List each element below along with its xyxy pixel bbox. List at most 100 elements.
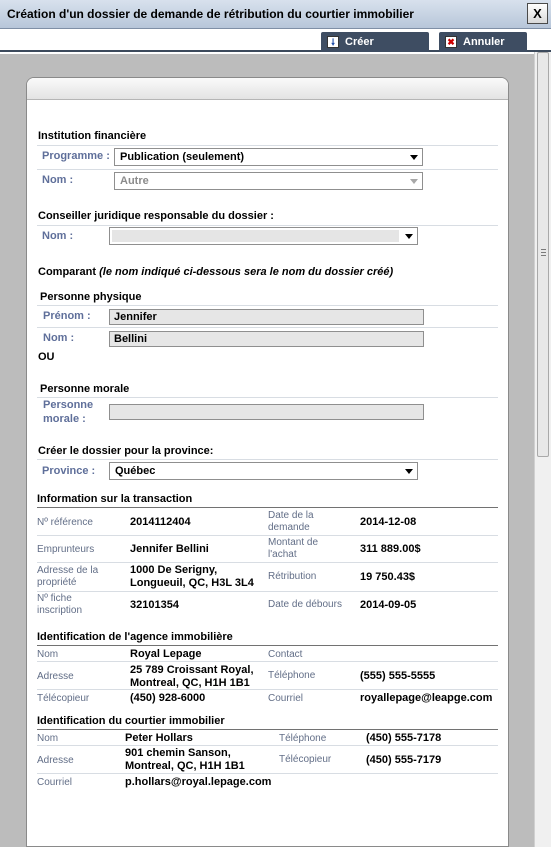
date-debours-label: Date de débours xyxy=(268,599,342,610)
programme-select[interactable]: Publication (seulement) xyxy=(114,148,423,166)
divider xyxy=(37,305,498,306)
personne-morale-title: Personne morale xyxy=(40,383,130,395)
conseiller-nom-label: Nom : xyxy=(42,230,74,242)
fiche-value: 32101354 xyxy=(130,599,179,611)
retribution-value: 19 750.43$ xyxy=(360,571,416,583)
courtier-adresse-label: Adresse xyxy=(37,755,74,766)
prenom-label: Prénom : xyxy=(43,310,91,322)
divider xyxy=(37,745,498,746)
reference-value: 2014112404 xyxy=(130,516,191,528)
conseiller-nom-select[interactable] xyxy=(109,227,418,245)
chevron-down-icon xyxy=(410,155,418,160)
province-value: Québec xyxy=(115,465,156,477)
scrollbar-thumb[interactable] xyxy=(537,52,549,457)
chevron-down-icon xyxy=(405,469,413,474)
agence-telephone-value: (555) 555-5555 xyxy=(360,670,436,682)
select-inner xyxy=(112,230,399,242)
programme-value: Publication (seulement) xyxy=(120,151,245,163)
window-titlebar: Création d'un dossier de demande de rétr… xyxy=(0,0,551,29)
province-label: Province : xyxy=(42,465,96,477)
divider xyxy=(37,397,498,398)
programme-label: Programme : xyxy=(42,150,110,162)
conseiller-section-title: Conseiller juridique responsable du doss… xyxy=(38,210,274,222)
comparant-note: (le nom indiqué ci-dessous sera le nom d… xyxy=(99,266,394,278)
date-demande-label-line2: demande xyxy=(268,522,310,533)
window-title: Création d'un dossier de demande de rétr… xyxy=(7,7,414,21)
agence-nom-label: Nom xyxy=(37,649,59,660)
divider xyxy=(37,459,498,460)
courtier-adresse-line1: 901 chemin Sanson, xyxy=(125,747,231,759)
courtier-telephone-label: Téléphone xyxy=(279,733,327,744)
montant-label-line2: l'achat xyxy=(268,549,297,560)
agence-courriel-value: royallepage@leapge.com xyxy=(360,692,493,704)
date-debours-value: 2014-09-05 xyxy=(360,599,417,611)
divider xyxy=(37,327,498,328)
divider xyxy=(37,661,498,662)
institution-nom-select[interactable]: Autre xyxy=(114,172,423,190)
morale-field[interactable] xyxy=(109,404,424,420)
institution-nom-value: Autre xyxy=(120,175,149,187)
agence-telecopieur-value: (450) 928-6000 xyxy=(130,692,206,704)
agence-adresse-value: 25 789 Croissant Royal, Montreal, QC, H1… xyxy=(130,664,254,690)
morale-label: Personne morale : xyxy=(43,399,93,425)
courtier-nom-label: Nom xyxy=(37,733,59,744)
vertical-scrollbar[interactable] xyxy=(534,52,551,847)
adresse-propriete-line1: 1000 De Serigny, xyxy=(130,564,218,576)
divider xyxy=(37,689,498,690)
section-divider xyxy=(37,729,498,730)
download-icon: 🠗 xyxy=(327,36,339,48)
emprunteurs-label: Emprunteurs xyxy=(37,544,95,555)
montant-label-line1: Montant de xyxy=(268,537,319,548)
adresse-propriete-line2: Longueuil, QC, H3L 3L4 xyxy=(130,577,254,589)
date-demande-value: 2014-12-08 xyxy=(360,516,417,528)
divider xyxy=(37,535,498,536)
courtier-adresse-line2: Montreal, QC, H1H 1B1 xyxy=(125,760,245,772)
province-select[interactable]: Québec xyxy=(109,462,418,480)
reference-label: Nº référence xyxy=(37,517,93,528)
agence-contact-label: Contact xyxy=(268,649,303,660)
divider xyxy=(37,562,498,563)
chevron-down-icon xyxy=(405,234,413,239)
courtier-section-title: Identification du courtier immobilier xyxy=(37,715,225,727)
courtier-courriel-value: p.hollars@royal.lepage.com xyxy=(125,776,272,788)
scrollbar-grip xyxy=(541,249,546,257)
cancel-button[interactable]: ✖ Annuler xyxy=(439,32,527,52)
agence-adresse-line1: 25 789 Croissant Royal, xyxy=(130,664,254,676)
physique-nom-value: Bellini xyxy=(114,333,148,345)
courtier-telecopieur-value: (450) 555-7179 xyxy=(366,754,442,766)
agence-section-title: Identification de l'agence immobilière xyxy=(37,631,233,643)
courtier-nom-value: Peter Hollars xyxy=(125,732,193,744)
institution-nom-label: Nom : xyxy=(42,174,74,186)
province-section-title: Créer le dossier pour la province: xyxy=(38,445,214,457)
adresse-propriete-label: Adresse de la propriété xyxy=(37,565,98,589)
divider xyxy=(37,145,498,146)
close-button[interactable]: X xyxy=(527,3,548,24)
divider xyxy=(37,169,498,170)
ou-separator: OU xyxy=(38,351,55,363)
divider xyxy=(37,773,498,774)
agence-telecopieur-label: Télécopieur xyxy=(37,693,90,704)
divider xyxy=(37,591,498,592)
agence-telephone-label: Téléphone xyxy=(268,670,316,681)
prenom-field[interactable]: Jennifer xyxy=(109,309,424,325)
courtier-courriel-label: Courriel xyxy=(37,777,73,788)
adresse-propriete-value: 1000 De Serigny, Longueuil, QC, H3L 3L4 xyxy=(130,564,254,590)
date-demande-label: Date de la demande xyxy=(268,510,314,534)
toolbar: 🠗 Créer ✖ Annuler xyxy=(0,30,551,52)
cancel-button-label: Annuler xyxy=(463,36,505,48)
morale-label-line1: Personne xyxy=(43,399,94,411)
create-button[interactable]: 🠗 Créer xyxy=(321,32,429,52)
date-demande-label-line1: Date de la xyxy=(268,510,314,521)
section-divider xyxy=(37,507,498,508)
personne-physique-title: Personne physique xyxy=(40,291,142,303)
courtier-telecopieur-label: Télécopieur xyxy=(279,754,332,765)
physique-nom-label: Nom : xyxy=(43,332,75,344)
comparant-title: Comparant xyxy=(38,266,100,278)
adresse-propriete-label-line2: propriété xyxy=(37,577,77,588)
retribution-label: Rétribution xyxy=(268,571,317,582)
fiche-label-line2: inscription xyxy=(37,605,83,616)
panel-header xyxy=(27,78,508,100)
fiche-label: Nº fiche inscription xyxy=(37,593,82,617)
prenom-value: Jennifer xyxy=(114,311,157,323)
physique-nom-field[interactable]: Bellini xyxy=(109,331,424,347)
